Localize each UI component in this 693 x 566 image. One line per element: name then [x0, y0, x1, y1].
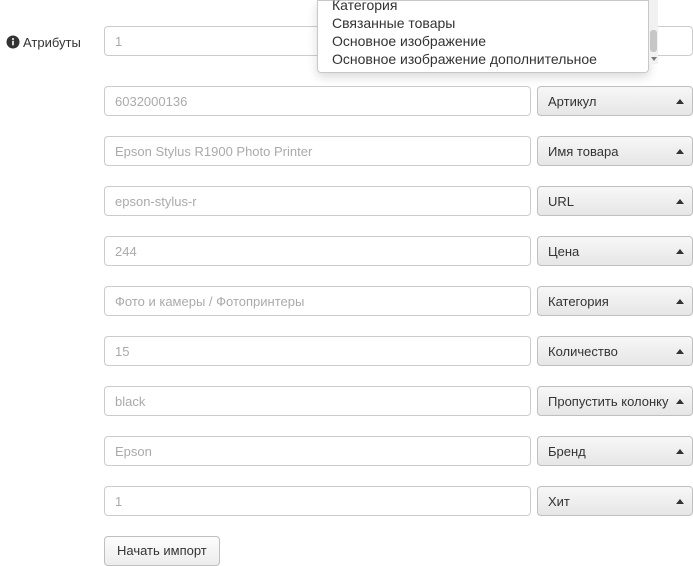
select-value: Имя товара	[548, 144, 670, 159]
select-value: Количество	[548, 344, 670, 359]
caret-up-icon	[676, 299, 684, 304]
select-value: Бренд	[548, 444, 670, 459]
scrollbar-thumb[interactable]	[650, 30, 657, 52]
dropdown-option[interactable]: Категория	[318, 0, 648, 14]
attribute-type-select[interactable]: Пропустить колонку	[537, 386, 693, 416]
attribute-value-input[interactable]: Фото и камеры / Фотопринтеры	[104, 286, 531, 316]
caret-up-icon	[676, 349, 684, 354]
attribute-type-select[interactable]: URL	[537, 186, 693, 216]
attribute-type-select[interactable]: Хит	[537, 486, 693, 516]
caret-up-icon	[676, 249, 684, 254]
caret-up-icon	[676, 449, 684, 454]
select-value: Артикул	[548, 94, 670, 109]
attribute-value-input[interactable]: Epson	[104, 436, 531, 466]
attribute-value-input[interactable]: 1	[104, 486, 531, 516]
attribute-value-input[interactable]: 6032000136	[104, 86, 531, 116]
attribute-value-input[interactable]: black	[104, 386, 531, 416]
select-value: Категория	[548, 294, 670, 309]
info-icon	[6, 35, 20, 49]
attributes-label: Атрибуты	[0, 35, 95, 50]
caret-up-icon	[676, 399, 684, 404]
start-import-button[interactable]: Начать импорт	[104, 536, 220, 566]
select-value: Хит	[548, 494, 670, 509]
dropdown-option[interactable]: Основное изображение	[318, 32, 648, 50]
attribute-value-input[interactable]: 244	[104, 236, 531, 266]
attribute-type-dropdown-menu[interactable]: Категория Связанные товары Основное изоб…	[317, 0, 649, 73]
attribute-value-input[interactable]: 15	[104, 336, 531, 366]
attribute-value-input[interactable]: epson-stylus-r	[104, 186, 531, 216]
dropdown-option[interactable]: Основное изображение дополнительное	[318, 50, 648, 68]
scrollbar-down-button[interactable]	[649, 54, 658, 64]
caret-up-icon	[676, 99, 684, 104]
dropdown-option[interactable]: Связанные товары	[318, 14, 648, 32]
caret-up-icon	[676, 199, 684, 204]
attribute-type-select[interactable]: Имя товара	[537, 136, 693, 166]
attribute-value-input[interactable]: Epson Stylus R1900 Photo Printer	[104, 136, 531, 166]
select-value: Цена	[548, 244, 670, 259]
caret-up-icon	[676, 499, 684, 504]
attribute-type-select[interactable]: Цена	[537, 236, 693, 266]
select-value: URL	[548, 194, 670, 209]
dropdown-scrollbar[interactable]	[649, 0, 658, 64]
attribute-type-select[interactable]: Бренд	[537, 436, 693, 466]
select-value: Пропустить колонку	[548, 394, 670, 409]
attribute-type-select[interactable]: Категория	[537, 286, 693, 316]
caret-up-icon	[676, 149, 684, 154]
attribute-type-select[interactable]: Количество	[537, 336, 693, 366]
attribute-type-select[interactable]: Артикул	[537, 86, 693, 116]
